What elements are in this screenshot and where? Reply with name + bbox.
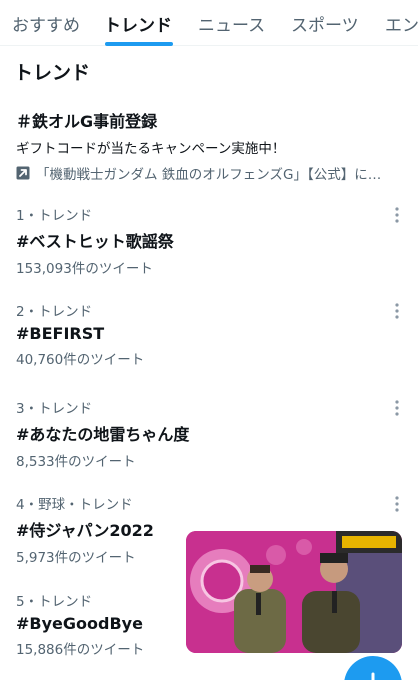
tab-news[interactable]: ニュース [198,11,265,36]
compose-tweet-icon [371,672,375,680]
promoted-by-label: 「機動戦士ガンダム 鉄血のオルフェンズG」【公式】に… [36,167,382,183]
trend-meta: 4・野球・トレンド [16,497,133,513]
picture-in-picture-video[interactable] [186,531,402,653]
promoted-by-row: 「機動戦士ガンダム 鉄血のオルフェンズG」【公式】に… [16,163,418,183]
promoted-arrow-icon [16,166,30,180]
promoted-trend-title: ＃鉄オルG事前登録 [16,112,158,131]
trend-meta: 2・トレンド [16,304,93,320]
trend-meta: 1・トレンド [16,208,93,224]
trend-tweet-count: 8,533件のツイート [16,454,136,470]
trend-tweet-count: 153,093件のツイート [16,261,153,277]
more-vertical-icon[interactable] [392,206,402,224]
more-vertical-icon[interactable] [392,495,402,513]
trend-meta: 3・トレンド [16,401,93,417]
tab-entertainment[interactable]: エン [385,11,418,36]
tab-trends[interactable]: トレンド [104,11,172,36]
video-frame [186,531,402,653]
trend-item[interactable]: 3・トレンド #あなたの地雷ちゃん度 8,533件のツイート [16,397,406,475]
trend-name: #ベストヒット歌謡祭 [16,232,174,251]
compose-tweet-button[interactable] [344,656,402,680]
trend-name: #BEFIRST [16,324,105,343]
trend-item[interactable]: 1・トレンド #ベストヒット歌謡祭 153,093件のツイート [16,204,406,282]
tab-sports[interactable]: スポーツ [291,11,359,36]
tab-recommended[interactable]: おすすめ [12,11,80,36]
trend-item[interactable]: 2・トレンド #BEFIRST 40,760件のツイート [16,300,406,378]
promoted-trend-description: ギフトコードが当たるキャンペーン実施中！ [16,141,286,157]
trend-name: #あなたの地雷ちゃん度 [16,425,190,444]
more-vertical-icon[interactable] [392,399,402,417]
tab-bar: おすすめ トレンド ニュース スポーツ エン [0,0,418,46]
promoted-trend[interactable]: ＃鉄オルG事前登録 ギフトコードが当たるキャンペーン実施中！ 「機動戦士ガンダム… [16,108,418,183]
more-vertical-icon[interactable] [392,302,402,320]
trend-tweet-count: 40,760件のツイート [16,352,145,368]
active-tab-indicator [105,42,173,46]
section-title: トレンド [14,62,91,84]
